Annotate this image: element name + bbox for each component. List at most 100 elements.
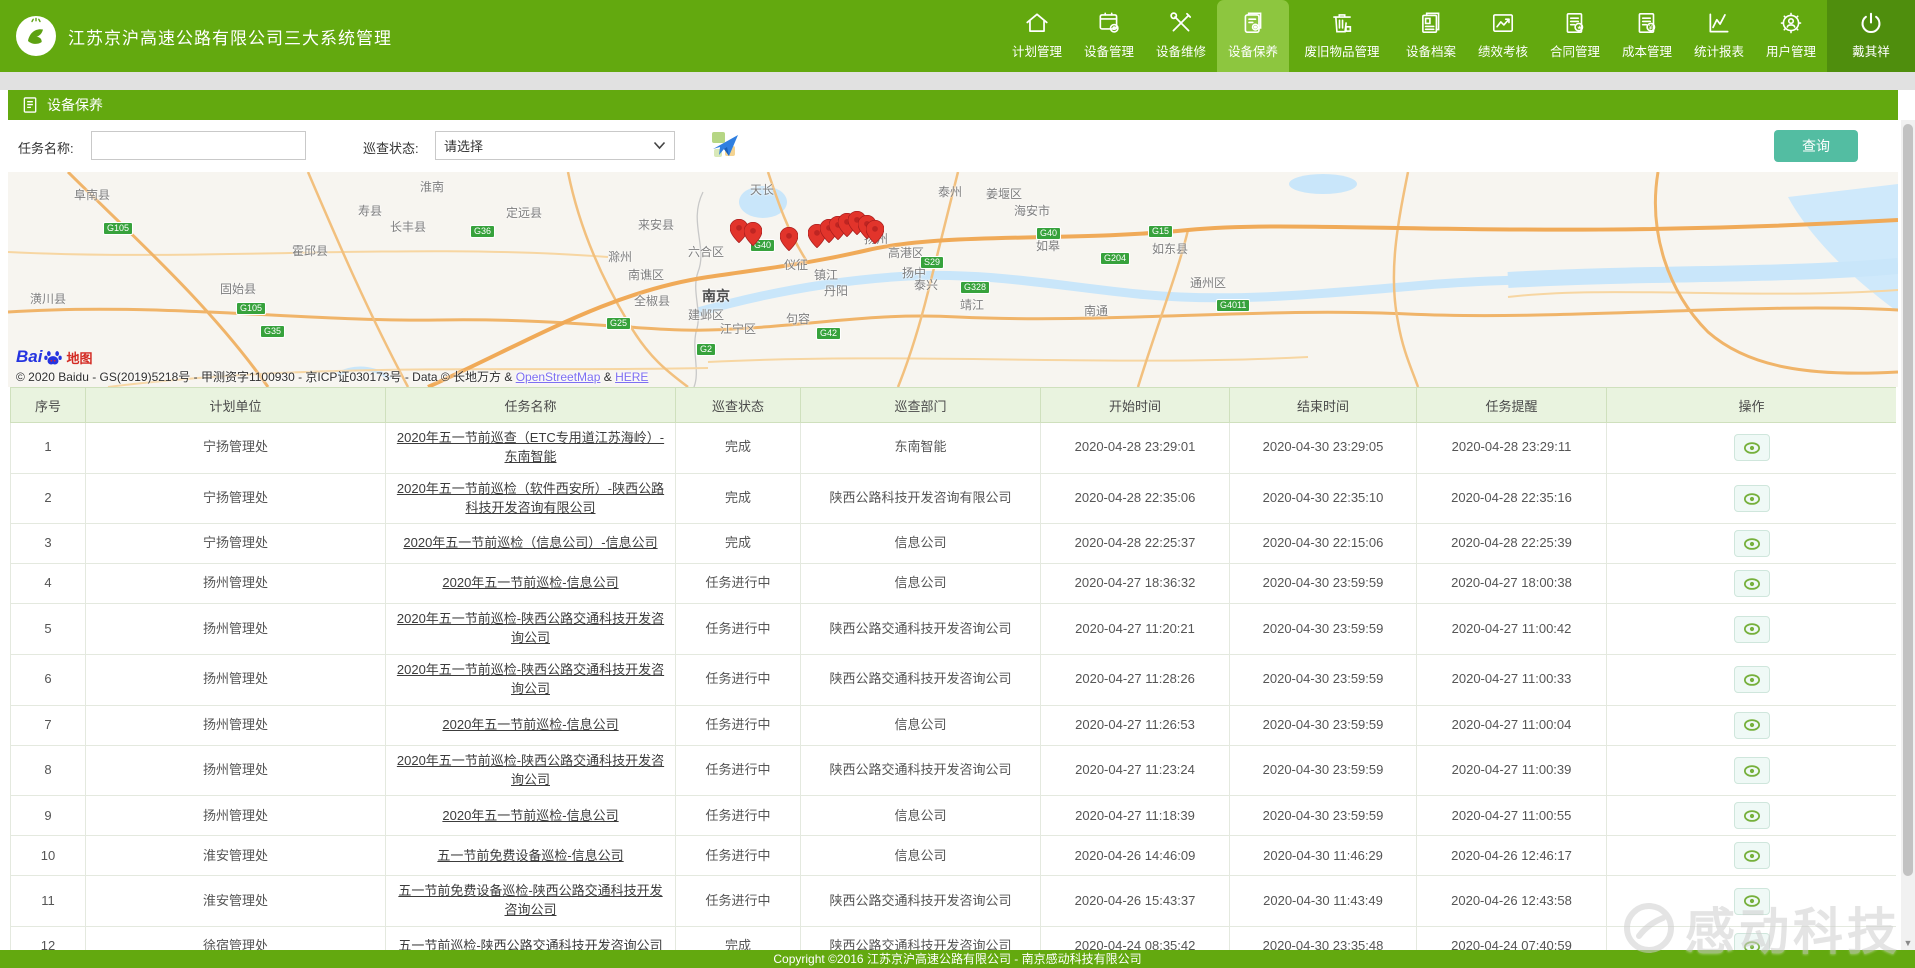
report-icon: [1706, 10, 1732, 36]
map-marker-pin[interactable]: [744, 222, 762, 246]
cell-remind-time: 2020-04-27 18:00:38: [1417, 564, 1607, 604]
here-link[interactable]: HERE: [615, 370, 648, 384]
view-detail-button[interactable]: [1734, 802, 1770, 829]
nav-icon: ★: [1561, 9, 1589, 37]
task-link[interactable]: 2020年五一节前巡检（软件西安所）-陕西公路科技开发咨询有限公司: [397, 481, 664, 515]
task-link[interactable]: 五一节前免费设备巡检-陕西公路交通科技开发咨询公司: [398, 883, 662, 917]
view-detail-button[interactable]: [1734, 888, 1770, 915]
road-shield: G42: [816, 327, 841, 340]
status-label: 巡查状态:: [363, 138, 419, 157]
cell-status: 完成: [676, 524, 801, 564]
cell-dept: 陕西公路交通科技开发咨询公司: [801, 604, 1041, 655]
scrollbar-down-arrow[interactable]: ▼: [1901, 938, 1915, 948]
cell-dept: 信息公司: [801, 564, 1041, 604]
cell-unit: 淮安管理处: [86, 876, 386, 927]
cell-seq: 10: [11, 836, 86, 876]
task-link[interactable]: 五一节前免费设备巡检-信息公司: [437, 848, 623, 863]
cell-end-time: 2020-04-30 23:59:59: [1230, 564, 1417, 604]
view-detail-button[interactable]: [1734, 933, 1770, 950]
page-title-bar: 设备保养: [8, 90, 1898, 120]
cell-status: 任务进行中: [676, 796, 801, 836]
task-link[interactable]: 2020年五一节前巡检-信息公司: [442, 717, 618, 732]
cell-end-time: 2020-04-30 22:15:06: [1230, 524, 1417, 564]
eye-icon: [1743, 492, 1761, 506]
nav-item[interactable]: ★ 合同管理: [1539, 0, 1611, 72]
nav-item-label: 统计报表: [1694, 41, 1744, 60]
view-detail-button[interactable]: [1734, 842, 1770, 869]
task-link[interactable]: 2020年五一节前巡检（信息公司）-信息公司: [403, 535, 657, 550]
table-header-row: 序号 计划单位 任务名称 巡查状态 巡查部门 开始时间 结束时间 任务提醒 操作: [11, 388, 1897, 423]
cell-task: 五一节前免费设备巡检-信息公司: [386, 836, 676, 876]
nav-item[interactable]: 设备维修: [1145, 0, 1217, 72]
task-link[interactable]: 2020年五一节前巡检-信息公司: [442, 575, 618, 590]
task-name-input[interactable]: [91, 131, 306, 160]
map-city-label: 通州区: [1190, 274, 1226, 291]
cell-dept: 信息公司: [801, 796, 1041, 836]
cell-start-time: 2020-04-24 08:35:42: [1041, 927, 1230, 950]
view-detail-button[interactable]: [1734, 712, 1770, 739]
nav-item[interactable]: 绩效考核: [1467, 0, 1539, 72]
paper-plane-icon: [708, 128, 742, 162]
view-detail-button[interactable]: [1734, 570, 1770, 597]
task-link[interactable]: 2020年五一节前巡查（ETC专用道江苏海岭）-东南智能: [397, 430, 664, 464]
nav-item-label: 绩效考核: [1478, 41, 1528, 60]
cell-start-time: 2020-04-27 11:18:39: [1041, 796, 1230, 836]
task-link[interactable]: 2020年五一节前巡检-陕西公路交通科技开发咨询公司: [397, 753, 664, 787]
cell-end-time: 2020-04-30 11:46:29: [1230, 836, 1417, 876]
nav-item[interactable]: 戴其祥: [1827, 0, 1915, 72]
baidu-logo[interactable]: Bai 地图: [16, 347, 92, 367]
scrollbar-thumb[interactable]: [1903, 124, 1913, 876]
map-city-label: 建邺区: [688, 306, 724, 323]
map-city-label: 姜堰区: [986, 185, 1022, 202]
table-row: 8 扬州管理处 2020年五一节前巡检-陕西公路交通科技开发咨询公司 任务进行中…: [11, 745, 1897, 796]
task-link[interactable]: 2020年五一节前巡检-陕西公路交通科技开发咨询公司: [397, 662, 664, 696]
map-marker-pin[interactable]: [780, 227, 798, 251]
table-row: 2 宁扬管理处 2020年五一节前巡检（软件西安所）-陕西公路科技开发咨询有限公…: [11, 473, 1897, 524]
nav-icon: [1777, 9, 1805, 37]
nav-item-label: 设备档案: [1406, 41, 1456, 60]
cell-remind-time: 2020-04-28 23:29:11: [1417, 423, 1607, 474]
cell-dept: 陕西公路交通科技开发咨询公司: [801, 655, 1041, 706]
nav-icon: ¥: [1633, 9, 1661, 37]
nav-item[interactable]: 统计报表: [1683, 0, 1755, 72]
view-detail-button[interactable]: [1734, 616, 1770, 643]
cell-actions: [1607, 524, 1897, 564]
cell-start-time: 2020-04-27 11:28:26: [1041, 655, 1230, 706]
cell-start-time: 2020-04-26 14:46:09: [1041, 836, 1230, 876]
cell-task: 五一节前免费设备巡检-陕西公路交通科技开发咨询公司: [386, 876, 676, 927]
nav-item[interactable]: 设备保养: [1217, 0, 1289, 72]
cell-start-time: 2020-04-27 18:36:32: [1041, 564, 1230, 604]
nav-icon: [1239, 9, 1267, 37]
status-select[interactable]: 请选择: [435, 131, 675, 160]
eye-icon: [1743, 622, 1761, 636]
view-detail-button[interactable]: [1734, 485, 1770, 512]
view-detail-button[interactable]: [1734, 530, 1770, 557]
nav-item[interactable]: 废旧物品管理: [1289, 0, 1395, 72]
osm-link[interactable]: OpenStreetMap: [516, 370, 601, 384]
view-detail-button[interactable]: [1734, 434, 1770, 461]
baidu-map[interactable]: 阜南县 淮南 寿县 长丰县 定远县 霍邱县 固始县 潢川县 来安县 滁州 南谯区…: [8, 172, 1898, 387]
view-detail-button[interactable]: [1734, 757, 1770, 784]
map-marker-pin[interactable]: [866, 220, 884, 244]
task-link[interactable]: 2020年五一节前巡检-陕西公路交通科技开发咨询公司: [397, 611, 664, 645]
nav-icon: [1417, 9, 1445, 37]
nav-item[interactable]: 设备管理: [1073, 0, 1145, 72]
eye-icon: [1743, 809, 1761, 823]
view-detail-button[interactable]: [1734, 666, 1770, 693]
nav-item[interactable]: 用户管理: [1755, 0, 1827, 72]
export-map-button[interactable]: [708, 128, 742, 162]
nav-item[interactable]: 计划管理: [1001, 0, 1073, 72]
nav-item[interactable]: 设备档案: [1395, 0, 1467, 72]
main-nav: 计划管理 设备管理 设备维修 设备保养: [1001, 0, 1915, 72]
task-link[interactable]: 2020年五一节前巡检-信息公司: [442, 808, 618, 823]
app-header: 江苏京沪高速公路有限公司三大系统管理 计划管理 设备管理 设备维修: [0, 0, 1915, 72]
col-remind-time: 任务提醒: [1417, 388, 1607, 423]
road-shield: G36: [470, 225, 495, 238]
search-button[interactable]: 查询: [1774, 130, 1858, 162]
cell-unit: 扬州管理处: [86, 796, 386, 836]
cell-status: 完成: [676, 473, 801, 524]
nav-item[interactable]: ¥ 成本管理: [1611, 0, 1683, 72]
task-link[interactable]: 五一节前巡检-陕西公路交通科技开发咨询公司: [398, 938, 662, 950]
cell-remind-time: 2020-04-28 22:35:16: [1417, 473, 1607, 524]
cell-actions: [1607, 473, 1897, 524]
